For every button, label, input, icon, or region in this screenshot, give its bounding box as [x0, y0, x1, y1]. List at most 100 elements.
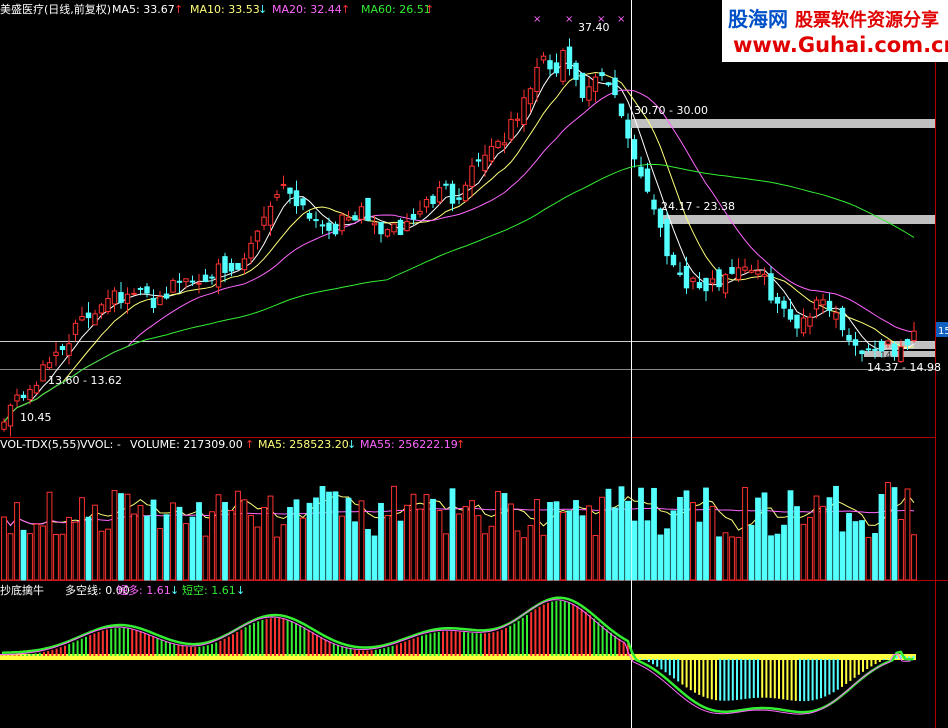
volume-bar — [326, 491, 332, 581]
volume-bar — [124, 493, 131, 581]
volume-bar — [482, 533, 488, 581]
candle — [716, 269, 722, 288]
candle — [111, 290, 118, 305]
volume-bar — [410, 493, 417, 581]
candle — [638, 166, 644, 177]
candle — [404, 221, 410, 232]
candle — [579, 72, 586, 98]
candle — [514, 118, 521, 121]
ma5-label: MA5: 33.67 — [112, 3, 175, 16]
volume-bar — [612, 507, 618, 581]
candle — [586, 86, 592, 101]
volume-title: VOL-TDX(5,55) — [0, 438, 81, 451]
ma10-label: MA10: 33.53 — [190, 3, 260, 16]
annotation-high: 37.40 — [578, 21, 610, 34]
volume-bar — [540, 534, 547, 581]
volume-bar — [859, 520, 865, 581]
annotation-zone1: 13.60 - 13.62 — [48, 374, 122, 387]
volume-bar — [1, 516, 7, 581]
volume-bar — [306, 502, 313, 581]
volume-bar — [267, 495, 274, 581]
volume-bar — [852, 521, 859, 581]
volume-bar — [176, 506, 183, 581]
candle — [196, 282, 202, 285]
volume-bar — [800, 523, 807, 581]
volume-bar — [300, 517, 306, 581]
vol-ma5-arrow: ↓ — [347, 438, 356, 451]
volume-bar — [287, 507, 293, 581]
candle — [774, 296, 781, 304]
volume-bar — [774, 533, 781, 581]
candle — [683, 265, 690, 289]
volume-bar — [319, 486, 326, 581]
candle — [384, 229, 391, 237]
candle — [553, 62, 560, 74]
candle — [677, 272, 683, 276]
volume-bar — [274, 536, 280, 581]
candle — [534, 66, 540, 92]
volume-bar — [514, 530, 521, 581]
volume-bar — [813, 495, 820, 581]
ma20-line — [3, 89, 915, 423]
candle — [787, 309, 794, 320]
candle — [150, 297, 157, 309]
candle — [508, 119, 514, 140]
candle — [66, 343, 72, 356]
candle — [222, 256, 228, 273]
volume-bar — [755, 497, 761, 581]
candle — [599, 72, 605, 77]
volume-bar — [592, 534, 599, 581]
candle — [397, 219, 404, 236]
candle — [202, 274, 209, 283]
volume-bar — [332, 491, 339, 581]
volume-bar — [189, 516, 196, 581]
volume-bar — [826, 497, 833, 581]
vvol-label: VVOL: - — [80, 438, 121, 451]
candle — [911, 330, 917, 342]
volume-bar — [85, 516, 92, 581]
candle — [391, 223, 397, 233]
volume-bar — [761, 492, 768, 581]
candle — [176, 280, 183, 283]
volume-bar — [79, 497, 85, 581]
candle — [625, 119, 631, 139]
volume-bar — [657, 534, 664, 581]
candle — [475, 159, 482, 162]
candle — [163, 293, 170, 299]
candle — [215, 263, 222, 288]
volume-bar — [820, 505, 826, 581]
candle — [417, 210, 423, 215]
candle — [781, 300, 787, 309]
volume-bar — [547, 502, 553, 581]
candle — [462, 184, 469, 202]
volume-bar — [105, 528, 111, 581]
candle — [495, 140, 501, 148]
indicator-short-short: 短空: 1.61 — [182, 583, 236, 597]
zone-bar-24 — [659, 215, 935, 224]
candle — [209, 276, 215, 279]
volume-bar — [150, 499, 157, 581]
volume-bar — [833, 485, 839, 581]
volume-bar — [163, 514, 170, 581]
candle — [79, 316, 85, 321]
volume-bar — [313, 497, 319, 581]
candle — [371, 222, 378, 226]
candle — [664, 218, 670, 257]
volume-bar — [846, 513, 852, 581]
volume-bar — [384, 515, 391, 581]
candle — [254, 230, 261, 242]
volume-bar — [618, 486, 625, 581]
candle — [722, 274, 729, 294]
candle — [748, 269, 755, 273]
candle — [488, 145, 495, 162]
candle — [306, 212, 313, 219]
stock-chart[interactable]: × × × × 37.40 10.45 13.60 - 13.62 30.70 … — [0, 0, 948, 728]
candle — [170, 279, 176, 293]
volume-bar — [573, 500, 579, 581]
candle — [280, 183, 287, 186]
volume-bar — [898, 518, 904, 581]
volume-bar — [664, 528, 670, 581]
candle — [501, 142, 508, 146]
volume-label: VOLUME: 217309.00 — [130, 438, 243, 451]
volume-bar — [560, 511, 566, 581]
